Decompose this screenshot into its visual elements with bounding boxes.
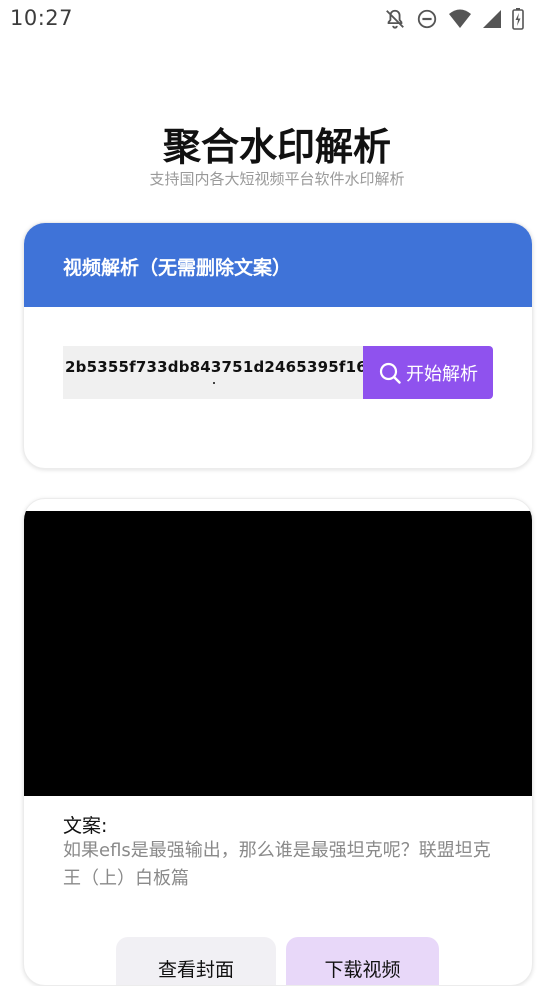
caption-text: 如果efls是最强输出，那么谁是最强坦克呢？联盟坦克王（上）白板篇	[63, 840, 491, 889]
status-bar: 10:27	[0, 0, 554, 40]
view-cover-button-label: 查看封面	[157, 959, 234, 981]
video-url-input[interactable]: 2b5355f733db843751d2465395f1630	[63, 346, 363, 399]
page-subtitle: 支持国内各大短视频平台软件水印解析	[149, 170, 405, 188]
result-card: 文案: 如果efls是最强输出，那么谁是最强坦克呢？联盟坦克王（上）白板篇 查看…	[23, 498, 533, 986]
parse-card-title: 视频解析（无需删除文案）	[63, 257, 292, 279]
search-icon	[378, 361, 402, 385]
parse-card-header: 视频解析（无需删除文案）	[24, 223, 532, 307]
input-caret	[213, 382, 215, 384]
cellular-signal-icon	[482, 8, 502, 30]
view-cover-button[interactable]: 查看封面	[116, 937, 276, 985]
parse-card: 视频解析（无需删除文案） 2b5355f733db843751d2465395f…	[23, 222, 533, 469]
bell-off-icon	[384, 8, 406, 30]
start-parse-button[interactable]: 开始解析	[363, 346, 493, 399]
wifi-icon	[448, 8, 472, 30]
status-icons	[384, 7, 524, 31]
start-parse-button-label: 开始解析	[406, 363, 478, 385]
video-url-input-value: 2b5355f733db843751d2465395f1630	[65, 358, 363, 376]
caption-label: 文案:	[63, 815, 108, 837]
download-video-button-label: 下载视频	[324, 959, 401, 981]
status-time: 10:27	[10, 6, 74, 30]
battery-charging-icon	[512, 8, 524, 30]
download-video-button[interactable]: 下载视频	[286, 937, 439, 985]
do-not-disturb-icon	[416, 8, 438, 30]
page-title: 聚合水印解析	[162, 125, 391, 169]
video-player[interactable]	[24, 511, 532, 796]
